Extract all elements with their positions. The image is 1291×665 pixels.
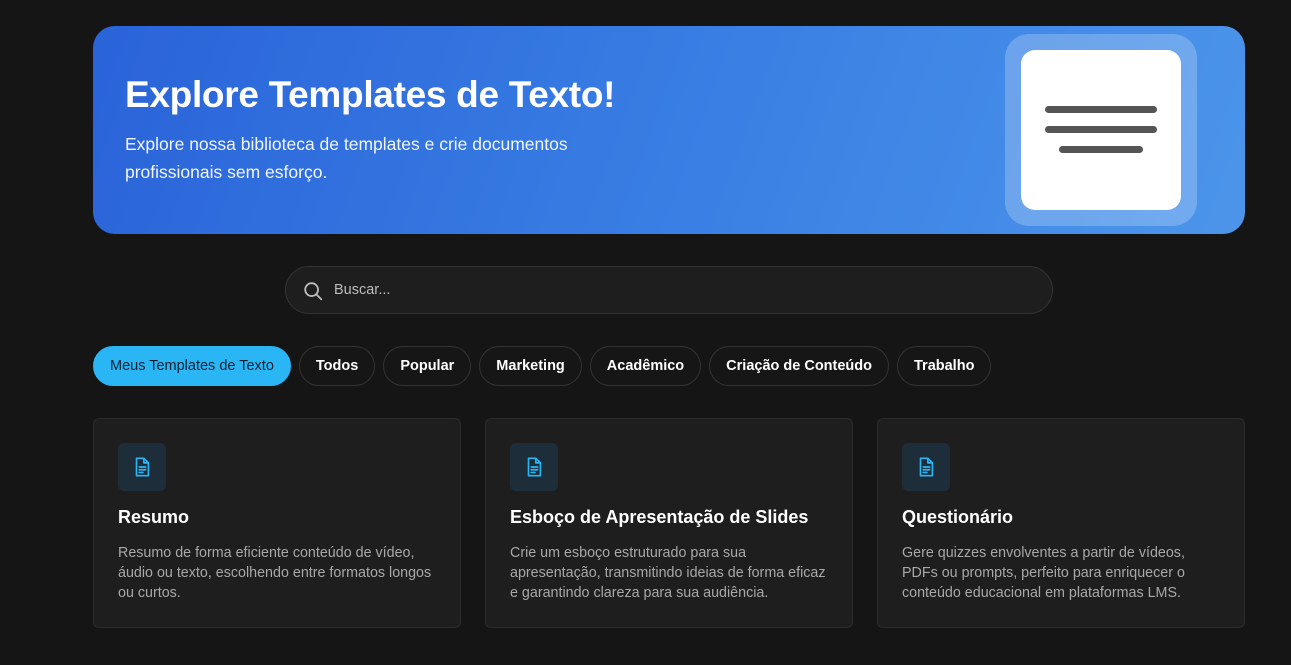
document-icon xyxy=(902,443,950,491)
template-card-questionario[interactable]: Questionário Gere quizzes envolventes a … xyxy=(877,418,1245,628)
filter-chip-academico[interactable]: Acadêmico xyxy=(589,346,702,386)
filter-chips: Meus Templates de Texto Todos Popular Ma… xyxy=(93,346,992,386)
card-title: Questionário xyxy=(902,507,1014,527)
text-line-icon xyxy=(1059,146,1143,153)
search-icon xyxy=(304,282,323,301)
template-card-esboco-slides[interactable]: Esboço de Apresentação de Slides Crie um… xyxy=(485,418,853,628)
filter-chip-popular[interactable]: Popular xyxy=(383,346,472,386)
card-description: Gere quizzes envolventes a partir de víd… xyxy=(902,545,1185,601)
hero-banner: Explore Templates de Texto! Explore noss… xyxy=(93,26,1245,234)
text-line-icon xyxy=(1045,106,1157,113)
filter-chip-trabalho[interactable]: Trabalho xyxy=(897,346,992,386)
card-description: Crie um esboço estruturado para sua apre… xyxy=(510,545,826,601)
search-input[interactable] xyxy=(334,267,1034,313)
filter-chip-meus-templates[interactable]: Meus Templates de Texto xyxy=(93,346,291,386)
template-card-resumo[interactable]: Resumo Resumo de forma eficiente conteúd… xyxy=(93,418,461,628)
card-description: Resumo de forma eficiente conteúdo de ví… xyxy=(118,545,432,601)
card-title: Esboço de Apresentação de Slides xyxy=(510,507,809,527)
filter-chip-marketing[interactable]: Marketing xyxy=(479,346,582,386)
document-icon xyxy=(118,443,166,491)
filter-chip-criacao-conteudo[interactable]: Criação de Conteúdo xyxy=(709,346,889,386)
text-line-icon xyxy=(1045,126,1157,133)
card-title: Resumo xyxy=(118,507,190,527)
search-bar[interactable] xyxy=(285,266,1053,314)
hero-title: Explore Templates de Texto! xyxy=(125,74,616,115)
document-card-icon xyxy=(1021,50,1181,210)
filter-chip-todos[interactable]: Todos xyxy=(298,346,376,386)
hero-subtitle: Explore nossa biblioteca de templates e … xyxy=(125,134,568,182)
document-illustration-icon xyxy=(1005,34,1197,226)
templates-page: Explore Templates de Texto! Explore noss… xyxy=(0,0,1291,665)
document-icon xyxy=(510,443,558,491)
